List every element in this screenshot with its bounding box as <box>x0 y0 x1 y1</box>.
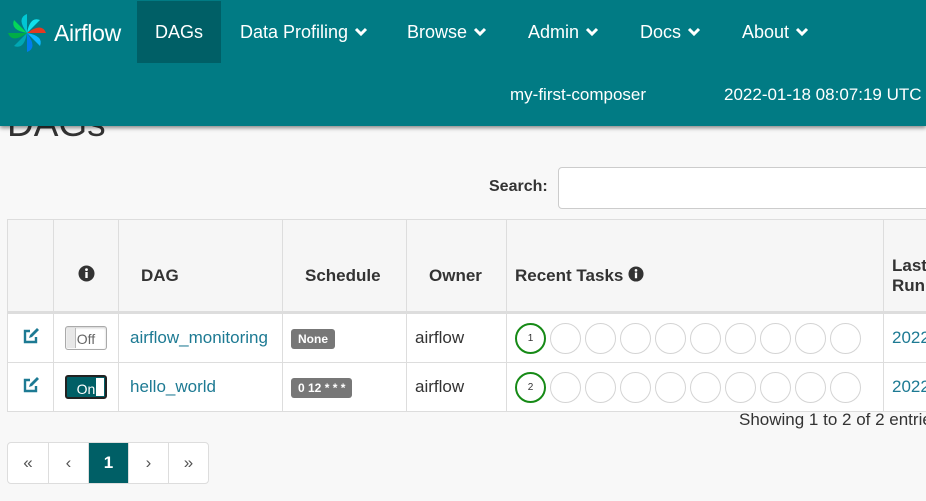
nav-browse[interactable]: Browse <box>389 1 505 63</box>
nav-docs[interactable]: Docs <box>622 1 719 63</box>
last-run-link[interactable]: 2022 <box>892 328 926 347</box>
info-icon <box>628 265 644 282</box>
first-page-button[interactable]: « <box>8 443 48 483</box>
column-header-schedule[interactable]: Schedule <box>282 219 407 314</box>
nav-docs-label: Docs <box>640 21 682 42</box>
nav-browse-label: Browse <box>407 21 468 42</box>
task-state-circles: 2 <box>515 371 875 403</box>
task-state-circle[interactable] <box>690 322 721 354</box>
column-header-owner[interactable]: Owner <box>406 219 507 314</box>
task-state-success-circle[interactable]: 2 <box>515 371 546 403</box>
column-header-last-run[interactable]: Last Run <box>883 219 926 314</box>
task-state-circle[interactable] <box>760 322 791 354</box>
task-state-circle[interactable] <box>620 322 651 354</box>
nav-about-label: About <box>742 21 790 42</box>
last-page-button[interactable]: » <box>168 443 208 483</box>
last-run-link[interactable]: 2022 <box>892 377 926 396</box>
column-header-info <box>53 219 119 314</box>
task-state-circle[interactable] <box>795 322 826 354</box>
owner-cell: airflow <box>406 312 507 363</box>
chevron-down-icon <box>687 27 701 37</box>
chevron-down-icon <box>473 27 487 37</box>
dags-table: DAG Schedule Owner Recent Tasks Last Run… <box>7 219 926 412</box>
nav-admin[interactable]: Admin <box>510 1 617 63</box>
recent-tasks-cell: 1 <box>506 312 884 363</box>
info-icon <box>78 265 94 281</box>
brand-name: Airflow <box>54 19 121 46</box>
task-state-circle[interactable] <box>830 371 861 403</box>
toggle-cell: Off <box>53 312 119 363</box>
nav-admin-label: Admin <box>528 21 580 42</box>
recent-tasks-label: Recent Tasks <box>515 265 624 285</box>
column-header-dag[interactable]: DAG <box>118 219 283 314</box>
dag-pause-toggle[interactable]: Off <box>65 326 107 350</box>
task-state-circle[interactable] <box>830 322 861 354</box>
task-state-circle[interactable] <box>795 371 826 403</box>
task-state-circle[interactable] <box>620 371 651 403</box>
task-state-circle[interactable] <box>550 371 581 403</box>
task-state-circle[interactable] <box>725 322 756 354</box>
chevron-down-icon <box>795 27 809 37</box>
toggle-cell: On <box>53 362 119 412</box>
last-run-cell: 2022 <box>883 312 926 363</box>
task-state-circle[interactable] <box>655 322 686 354</box>
environment-name: my-first-composer <box>510 85 647 104</box>
task-state-circle[interactable] <box>585 371 616 403</box>
last-run-cell: 2022 <box>883 362 926 412</box>
dag-pause-toggle[interactable]: On <box>65 375 107 399</box>
table-header-row: DAG Schedule Owner Recent Tasks Last Run <box>7 219 926 314</box>
chevron-down-icon <box>585 27 599 37</box>
search-input[interactable] <box>558 167 926 209</box>
nav-dags-label: DAGs <box>155 21 204 42</box>
edit-cell <box>7 362 54 412</box>
schedule-cell: None <box>282 312 407 363</box>
task-state-circle[interactable] <box>655 371 686 403</box>
column-header-recent-tasks[interactable]: Recent Tasks <box>506 219 884 314</box>
task-state-circle[interactable] <box>760 371 791 403</box>
owner-cell: airflow <box>406 362 507 412</box>
recent-tasks-cell: 2 <box>506 362 884 412</box>
airflow-logo-icon <box>8 14 46 52</box>
task-state-circle[interactable] <box>725 371 756 403</box>
nav-dags[interactable]: DAGs <box>137 1 222 63</box>
edit-icon[interactable] <box>22 327 40 345</box>
current-page-button[interactable]: 1 <box>88 443 128 483</box>
previous-page-button[interactable]: ‹ <box>48 443 88 483</box>
search-label: Search: <box>489 178 548 195</box>
schedule-cell: 0 12 * * * <box>282 362 407 412</box>
task-state-circle[interactable] <box>690 371 721 403</box>
next-page-button[interactable]: › <box>128 443 168 483</box>
navbar: Airflow DAGs Data Profiling Browse Admin… <box>0 0 926 126</box>
table-row: On hello_world 0 12 * * * airflow 2 2022 <box>7 362 926 412</box>
task-state-circle[interactable] <box>550 322 581 354</box>
schedule-badge: 0 12 * * * <box>291 377 353 398</box>
edit-cell <box>7 312 54 363</box>
task-state-circle[interactable] <box>585 322 616 354</box>
nav-data-profiling-label: Data Profiling <box>240 21 349 42</box>
task-state-circles: 1 <box>515 322 875 354</box>
server-timestamp: 2022-01-18 08:07:19 UTC <box>724 85 922 104</box>
pagination: « ‹ 1 › » <box>7 442 209 484</box>
dag-id-cell: airflow_monitoring <box>118 312 283 363</box>
chevron-down-icon <box>355 27 368 37</box>
nav-data-profiling[interactable]: Data Profiling <box>222 1 386 63</box>
brand[interactable]: Airflow <box>6 10 121 56</box>
nav-about[interactable]: About <box>724 1 827 63</box>
table-row: Off airflow_monitoring None airflow 1 20… <box>7 312 926 363</box>
showing-entries-info: Showing 1 to 2 of 2 entries <box>739 410 926 429</box>
task-state-success-circle[interactable]: 1 <box>515 322 546 354</box>
edit-icon[interactable] <box>22 376 40 394</box>
dag-link[interactable]: airflow_monitoring <box>130 328 268 347</box>
schedule-badge: None <box>291 328 335 349</box>
dag-id-cell: hello_world <box>118 362 283 412</box>
column-header-actions <box>7 219 54 314</box>
dag-link[interactable]: hello_world <box>130 377 216 396</box>
